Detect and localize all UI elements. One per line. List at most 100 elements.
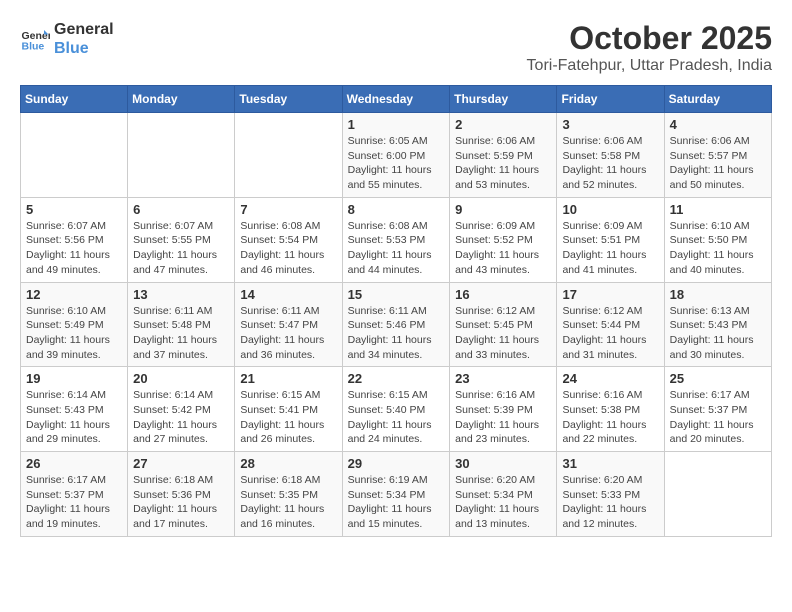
calendar-cell: 23 Sunrise: 6:16 AMSunset: 5:39 PMDayligh… bbox=[450, 367, 557, 452]
logo-line1: General bbox=[54, 20, 114, 39]
day-info: Sunrise: 6:15 AMSunset: 5:40 PMDaylight:… bbox=[348, 388, 445, 447]
day-number: 23 bbox=[455, 371, 551, 386]
header: General Blue General Blue October 2025 T… bbox=[20, 20, 772, 75]
weekday-header: Monday bbox=[128, 86, 235, 113]
day-info: Sunrise: 6:10 AMSunset: 5:50 PMDaylight:… bbox=[670, 219, 766, 278]
day-info: Sunrise: 6:18 AMSunset: 5:35 PMDaylight:… bbox=[240, 473, 336, 532]
day-number: 29 bbox=[348, 456, 445, 471]
day-number: 22 bbox=[348, 371, 445, 386]
calendar-cell bbox=[128, 113, 235, 198]
day-number: 4 bbox=[670, 117, 766, 132]
calendar-cell: 11 Sunrise: 6:10 AMSunset: 5:50 PMDayligh… bbox=[664, 197, 771, 282]
day-info: Sunrise: 6:19 AMSunset: 5:34 PMDaylight:… bbox=[348, 473, 445, 532]
day-info: Sunrise: 6:08 AMSunset: 5:54 PMDaylight:… bbox=[240, 219, 336, 278]
day-number: 12 bbox=[26, 287, 122, 302]
weekday-header: Tuesday bbox=[235, 86, 342, 113]
weekday-header: Wednesday bbox=[342, 86, 450, 113]
calendar-week-row: 26 Sunrise: 6:17 AMSunset: 5:37 PMDayligh… bbox=[21, 452, 772, 537]
calendar-header: SundayMondayTuesdayWednesdayThursdayFrid… bbox=[21, 86, 772, 113]
day-info: Sunrise: 6:11 AMSunset: 5:47 PMDaylight:… bbox=[240, 304, 336, 363]
day-info: Sunrise: 6:06 AMSunset: 5:57 PMDaylight:… bbox=[670, 134, 766, 193]
calendar-cell: 28 Sunrise: 6:18 AMSunset: 5:35 PMDayligh… bbox=[235, 452, 342, 537]
calendar-cell: 9 Sunrise: 6:09 AMSunset: 5:52 PMDaylight… bbox=[450, 197, 557, 282]
day-info: Sunrise: 6:08 AMSunset: 5:53 PMDaylight:… bbox=[348, 219, 445, 278]
calendar-cell: 16 Sunrise: 6:12 AMSunset: 5:45 PMDayligh… bbox=[450, 282, 557, 367]
calendar-week-row: 19Sunrise: 6:14 AMSunset: 5:43 PMDayligh… bbox=[21, 367, 772, 452]
calendar-cell: 3Sunrise: 6:06 AMSunset: 5:58 PMDaylight… bbox=[557, 113, 664, 198]
calendar-cell: 6Sunrise: 6:07 AMSunset: 5:55 PMDaylight… bbox=[128, 197, 235, 282]
day-number: 28 bbox=[240, 456, 336, 471]
weekday-header: Thursday bbox=[450, 86, 557, 113]
day-number: 17 bbox=[562, 287, 658, 302]
day-info: Sunrise: 6:16 AMSunset: 5:39 PMDaylight:… bbox=[455, 388, 551, 447]
calendar-cell: 19Sunrise: 6:14 AMSunset: 5:43 PMDayligh… bbox=[21, 367, 128, 452]
calendar-cell: 14 Sunrise: 6:11 AMSunset: 5:47 PMDayligh… bbox=[235, 282, 342, 367]
day-number: 2 bbox=[455, 117, 551, 132]
day-number: 11 bbox=[670, 202, 766, 217]
calendar-cell bbox=[235, 113, 342, 198]
calendar-cell: 26 Sunrise: 6:17 AMSunset: 5:37 PMDayligh… bbox=[21, 452, 128, 537]
day-number: 18 bbox=[670, 287, 766, 302]
calendar-cell: 20Sunrise: 6:14 AMSunset: 5:42 PMDayligh… bbox=[128, 367, 235, 452]
day-info: Sunrise: 6:11 AMSunset: 5:48 PMDaylight:… bbox=[133, 304, 229, 363]
day-info: Sunrise: 6:14 AMSunset: 5:43 PMDaylight:… bbox=[26, 388, 122, 447]
day-number: 24 bbox=[562, 371, 658, 386]
calendar-cell: 13 Sunrise: 6:11 AMSunset: 5:48 PMDayligh… bbox=[128, 282, 235, 367]
day-number: 13 bbox=[133, 287, 229, 302]
day-info: Sunrise: 6:18 AMSunset: 5:36 PMDaylight:… bbox=[133, 473, 229, 532]
calendar-cell: 24Sunrise: 6:16 AMSunset: 5:38 PMDayligh… bbox=[557, 367, 664, 452]
logo: General Blue General Blue bbox=[20, 20, 114, 58]
calendar-cell: 25Sunrise: 6:17 AMSunset: 5:37 PMDayligh… bbox=[664, 367, 771, 452]
calendar-cell: 1 Sunrise: 6:05 AMSunset: 6:00 PMDaylight… bbox=[342, 113, 450, 198]
day-info: Sunrise: 6:12 AMSunset: 5:44 PMDaylight:… bbox=[562, 304, 658, 363]
day-number: 7 bbox=[240, 202, 336, 217]
calendar-cell: 10 Sunrise: 6:09 AMSunset: 5:51 PMDayligh… bbox=[557, 197, 664, 282]
calendar-cell: 27Sunrise: 6:18 AMSunset: 5:36 PMDayligh… bbox=[128, 452, 235, 537]
day-number: 1 bbox=[348, 117, 445, 132]
calendar-cell: 4 Sunrise: 6:06 AMSunset: 5:57 PMDaylight… bbox=[664, 113, 771, 198]
calendar-cell: 2 Sunrise: 6:06 AMSunset: 5:59 PMDaylight… bbox=[450, 113, 557, 198]
calendar-cell: 12 Sunrise: 6:10 AMSunset: 5:49 PMDayligh… bbox=[21, 282, 128, 367]
day-number: 9 bbox=[455, 202, 551, 217]
calendar-cell: 30Sunrise: 6:20 AMSunset: 5:34 PMDayligh… bbox=[450, 452, 557, 537]
day-number: 10 bbox=[562, 202, 658, 217]
calendar-week-row: 1 Sunrise: 6:05 AMSunset: 6:00 PMDaylight… bbox=[21, 113, 772, 198]
day-info: Sunrise: 6:09 AMSunset: 5:52 PMDaylight:… bbox=[455, 219, 551, 278]
day-info: Sunrise: 6:11 AMSunset: 5:46 PMDaylight:… bbox=[348, 304, 445, 363]
day-number: 8 bbox=[348, 202, 445, 217]
day-number: 14 bbox=[240, 287, 336, 302]
day-info: Sunrise: 6:15 AMSunset: 5:41 PMDaylight:… bbox=[240, 388, 336, 447]
calendar-cell bbox=[664, 452, 771, 537]
day-info: Sunrise: 6:13 AMSunset: 5:43 PMDaylight:… bbox=[670, 304, 766, 363]
calendar-cell: 21Sunrise: 6:15 AMSunset: 5:41 PMDayligh… bbox=[235, 367, 342, 452]
day-info: Sunrise: 6:09 AMSunset: 5:51 PMDaylight:… bbox=[562, 219, 658, 278]
location-title: Tori-Fatehpur, Uttar Pradesh, India bbox=[527, 57, 772, 75]
day-info: Sunrise: 6:10 AMSunset: 5:49 PMDaylight:… bbox=[26, 304, 122, 363]
day-number: 5 bbox=[26, 202, 122, 217]
weekday-header: Friday bbox=[557, 86, 664, 113]
calendar-cell: 29 Sunrise: 6:19 AMSunset: 5:34 PMDayligh… bbox=[342, 452, 450, 537]
day-info: Sunrise: 6:06 AMSunset: 5:58 PMDaylight:… bbox=[562, 134, 658, 193]
logo-icon: General Blue bbox=[20, 24, 50, 54]
day-number: 16 bbox=[455, 287, 551, 302]
calendar-cell: 7 Sunrise: 6:08 AMSunset: 5:54 PMDaylight… bbox=[235, 197, 342, 282]
day-number: 15 bbox=[348, 287, 445, 302]
calendar-cell: 31Sunrise: 6:20 AMSunset: 5:33 PMDayligh… bbox=[557, 452, 664, 537]
calendar-body: 1 Sunrise: 6:05 AMSunset: 6:00 PMDaylight… bbox=[21, 113, 772, 537]
calendar-cell: 18 Sunrise: 6:13 AMSunset: 5:43 PMDayligh… bbox=[664, 282, 771, 367]
day-number: 25 bbox=[670, 371, 766, 386]
weekday-header: Sunday bbox=[21, 86, 128, 113]
calendar-cell: 22 Sunrise: 6:15 AMSunset: 5:40 PMDayligh… bbox=[342, 367, 450, 452]
day-info: Sunrise: 6:07 AMSunset: 5:56 PMDaylight:… bbox=[26, 219, 122, 278]
day-number: 20 bbox=[133, 371, 229, 386]
day-number: 26 bbox=[26, 456, 122, 471]
calendar-cell bbox=[21, 113, 128, 198]
day-info: Sunrise: 6:17 AMSunset: 5:37 PMDaylight:… bbox=[26, 473, 122, 532]
calendar-cell: 15 Sunrise: 6:11 AMSunset: 5:46 PMDayligh… bbox=[342, 282, 450, 367]
calendar-week-row: 5 Sunrise: 6:07 AMSunset: 5:56 PMDaylight… bbox=[21, 197, 772, 282]
day-info: Sunrise: 6:12 AMSunset: 5:45 PMDaylight:… bbox=[455, 304, 551, 363]
day-info: Sunrise: 6:05 AMSunset: 6:00 PMDaylight:… bbox=[348, 134, 445, 193]
day-info: Sunrise: 6:07 AMSunset: 5:55 PMDaylight:… bbox=[133, 219, 229, 278]
calendar-cell: 5 Sunrise: 6:07 AMSunset: 5:56 PMDaylight… bbox=[21, 197, 128, 282]
day-info: Sunrise: 6:06 AMSunset: 5:59 PMDaylight:… bbox=[455, 134, 551, 193]
